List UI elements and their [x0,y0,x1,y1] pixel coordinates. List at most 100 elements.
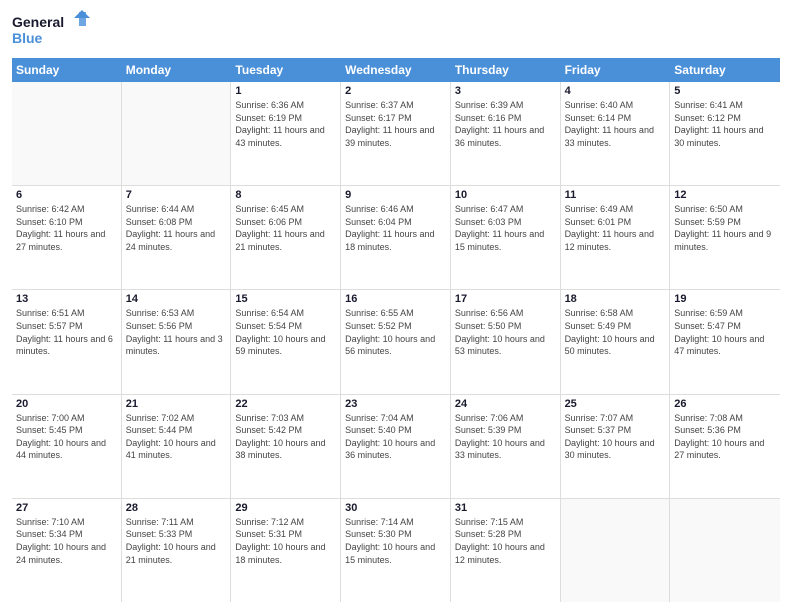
calendar-day-23: 23 Sunrise: 7:04 AMSunset: 5:40 PMDayligh… [341,395,451,498]
logo: General Blue [12,10,92,50]
calendar-day-11: 11 Sunrise: 6:49 AMSunset: 6:01 PMDayligh… [561,186,671,289]
day-info: Sunrise: 6:59 AMSunset: 5:47 PMDaylight:… [674,307,776,357]
day-info: Sunrise: 7:15 AMSunset: 5:28 PMDaylight:… [455,516,556,566]
calendar: SundayMondayTuesdayWednesdayThursdayFrid… [12,58,780,602]
day-info: Sunrise: 7:12 AMSunset: 5:31 PMDaylight:… [235,516,336,566]
day-number: 6 [16,189,117,201]
calendar-day-21: 21 Sunrise: 7:02 AMSunset: 5:44 PMDayligh… [122,395,232,498]
calendar-day-20: 20Sunrise: 7:00 AMSunset: 5:45 PMDayligh… [12,395,122,498]
calendar-day-12: 12 Sunrise: 6:50 AMSunset: 5:59 PMDayligh… [670,186,780,289]
day-info: Sunrise: 7:14 AMSunset: 5:30 PMDaylight:… [345,516,446,566]
day-number: 24 [455,398,556,410]
calendar-day-24: 24 Sunrise: 7:06 AMSunset: 5:39 PMDayligh… [451,395,561,498]
calendar-day-29: 29 Sunrise: 7:12 AMSunset: 5:31 PMDayligh… [231,499,341,602]
day-number: 18 [565,293,666,305]
day-info: Sunrise: 7:03 AMSunset: 5:42 PMDaylight:… [235,412,336,462]
calendar-day-19: 19 Sunrise: 6:59 AMSunset: 5:47 PMDayligh… [670,290,780,393]
day-info: Sunrise: 6:58 AMSunset: 5:49 PMDaylight:… [565,307,666,357]
day-number: 4 [565,85,666,97]
header-day-wednesday: Wednesday [341,58,451,82]
day-info: Sunrise: 6:40 AMSunset: 6:14 PMDaylight:… [565,99,666,149]
day-number: 29 [235,502,336,514]
day-number: 20 [16,398,117,410]
day-info: Sunrise: 7:06 AMSunset: 5:39 PMDaylight:… [455,412,556,462]
calendar-day-6: 6Sunrise: 6:42 AMSunset: 6:10 PMDaylight… [12,186,122,289]
calendar-day-16: 16Sunrise: 6:55 AMSunset: 5:52 PMDayligh… [341,290,451,393]
header-day-monday: Monday [122,58,232,82]
day-number: 13 [16,293,117,305]
day-info: Sunrise: 6:51 AMSunset: 5:57 PMDaylight:… [16,307,117,357]
calendar-day-4: 4 Sunrise: 6:40 AMSunset: 6:14 PMDaylight… [561,82,671,185]
calendar-day-31: 31 Sunrise: 7:15 AMSunset: 5:28 PMDayligh… [451,499,561,602]
calendar-day-7: 7Sunrise: 6:44 AMSunset: 6:08 PMDaylight… [122,186,232,289]
svg-text:General: General [12,14,64,30]
calendar-day-3: 3 Sunrise: 6:39 AMSunset: 6:16 PMDaylight… [451,82,561,185]
calendar-day-26: 26Sunrise: 7:08 AMSunset: 5:36 PMDayligh… [670,395,780,498]
day-info: Sunrise: 6:50 AMSunset: 5:59 PMDaylight:… [674,203,776,253]
calendar-week-2: 6Sunrise: 6:42 AMSunset: 6:10 PMDaylight… [12,186,780,290]
day-info: Sunrise: 6:53 AMSunset: 5:56 PMDaylight:… [126,307,227,357]
day-info: Sunrise: 6:39 AMSunset: 6:16 PMDaylight:… [455,99,556,149]
day-number: 17 [455,293,556,305]
calendar-body: 1 Sunrise: 6:36 AMSunset: 6:19 PMDaylight… [12,82,780,602]
calendar-day-30: 30 Sunrise: 7:14 AMSunset: 5:30 PMDayligh… [341,499,451,602]
day-number: 3 [455,85,556,97]
day-number: 15 [235,293,336,305]
day-info: Sunrise: 6:49 AMSunset: 6:01 PMDaylight:… [565,203,666,253]
day-number: 1 [235,85,336,97]
day-info: Sunrise: 7:11 AMSunset: 5:33 PMDaylight:… [126,516,227,566]
day-info: Sunrise: 7:10 AMSunset: 5:34 PMDaylight:… [16,516,117,566]
day-number: 19 [674,293,776,305]
day-number: 22 [235,398,336,410]
calendar-day-10: 10 Sunrise: 6:47 AMSunset: 6:03 PMDayligh… [451,186,561,289]
calendar-week-5: 27 Sunrise: 7:10 AMSunset: 5:34 PMDayligh… [12,499,780,602]
day-number: 27 [16,502,117,514]
header-day-friday: Friday [561,58,671,82]
day-info: Sunrise: 7:07 AMSunset: 5:37 PMDaylight:… [565,412,666,462]
day-info: Sunrise: 6:37 AMSunset: 6:17 PMDaylight:… [345,99,446,149]
day-info: Sunrise: 7:02 AMSunset: 5:44 PMDaylight:… [126,412,227,462]
calendar-empty-cell [561,499,671,602]
calendar-empty-cell [12,82,122,185]
day-number: 26 [674,398,776,410]
header-day-tuesday: Tuesday [231,58,341,82]
day-number: 14 [126,293,227,305]
day-info: Sunrise: 6:54 AMSunset: 5:54 PMDaylight:… [235,307,336,357]
header-day-sunday: Sunday [12,58,122,82]
day-info: Sunrise: 6:41 AMSunset: 6:12 PMDaylight:… [674,99,776,149]
day-info: Sunrise: 7:04 AMSunset: 5:40 PMDaylight:… [345,412,446,462]
calendar-day-27: 27 Sunrise: 7:10 AMSunset: 5:34 PMDayligh… [12,499,122,602]
day-info: Sunrise: 6:47 AMSunset: 6:03 PMDaylight:… [455,203,556,253]
header: General Blue [12,10,780,50]
day-number: 16 [345,293,446,305]
day-info: Sunrise: 6:36 AMSunset: 6:19 PMDaylight:… [235,99,336,149]
day-number: 25 [565,398,666,410]
calendar-day-1: 1 Sunrise: 6:36 AMSunset: 6:19 PMDaylight… [231,82,341,185]
day-number: 8 [235,189,336,201]
calendar-day-18: 18 Sunrise: 6:58 AMSunset: 5:49 PMDayligh… [561,290,671,393]
calendar-week-4: 20Sunrise: 7:00 AMSunset: 5:45 PMDayligh… [12,395,780,499]
svg-text:Blue: Blue [12,30,43,46]
day-info: Sunrise: 6:45 AMSunset: 6:06 PMDaylight:… [235,203,336,253]
calendar-day-5: 5 Sunrise: 6:41 AMSunset: 6:12 PMDaylight… [670,82,780,185]
calendar-day-2: 2Sunrise: 6:37 AMSunset: 6:17 PMDaylight… [341,82,451,185]
calendar-day-28: 28Sunrise: 7:11 AMSunset: 5:33 PMDayligh… [122,499,232,602]
day-number: 23 [345,398,446,410]
day-number: 11 [565,189,666,201]
day-number: 10 [455,189,556,201]
day-number: 5 [674,85,776,97]
calendar-day-22: 22 Sunrise: 7:03 AMSunset: 5:42 PMDayligh… [231,395,341,498]
day-number: 21 [126,398,227,410]
day-number: 31 [455,502,556,514]
header-day-thursday: Thursday [451,58,561,82]
day-number: 12 [674,189,776,201]
calendar-day-15: 15 Sunrise: 6:54 AMSunset: 5:54 PMDayligh… [231,290,341,393]
day-number: 30 [345,502,446,514]
day-info: Sunrise: 6:56 AMSunset: 5:50 PMDaylight:… [455,307,556,357]
day-info: Sunrise: 6:44 AMSunset: 6:08 PMDaylight:… [126,203,227,253]
page: General Blue SundayMondayTuesdayWednesda… [0,0,792,612]
calendar-day-8: 8 Sunrise: 6:45 AMSunset: 6:06 PMDaylight… [231,186,341,289]
calendar-day-9: 9Sunrise: 6:46 AMSunset: 6:04 PMDaylight… [341,186,451,289]
calendar-empty-cell [670,499,780,602]
calendar-day-14: 14 Sunrise: 6:53 AMSunset: 5:56 PMDayligh… [122,290,232,393]
